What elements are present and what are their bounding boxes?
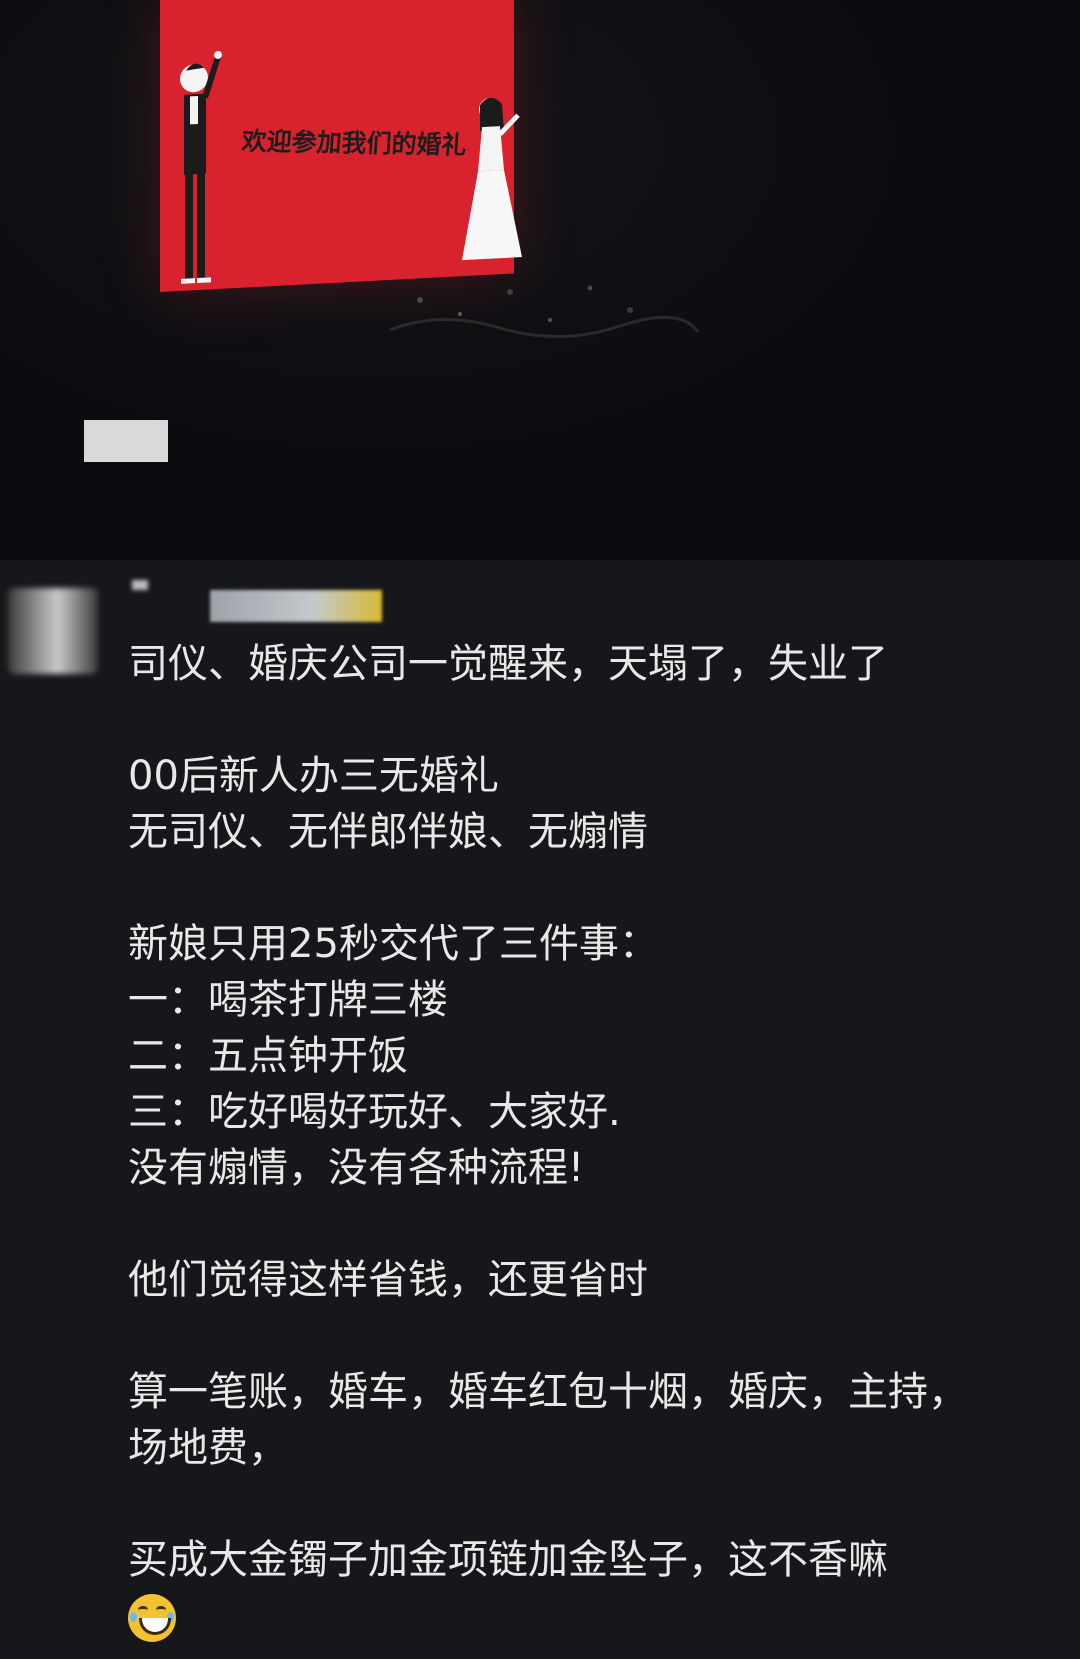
post-line: 司仪、婚庆公司一觉醒来，天塌了，失业了 bbox=[128, 641, 888, 687]
post-line: 一：喝茶打牌三楼 bbox=[128, 977, 448, 1023]
username-redaction bbox=[210, 590, 382, 622]
projection-screen: 欢迎参加我们的婚礼 bbox=[160, 0, 522, 293]
post-line: 买成大金镯子加金项链加金坠子，这不香嘛 bbox=[128, 1537, 888, 1583]
screen-welcome-text: 欢迎参加我们的婚礼 bbox=[240, 126, 468, 160]
laughing-with-tears-emoji-icon bbox=[128, 1594, 176, 1642]
post-line: 00后新人办三无婚礼 bbox=[128, 753, 499, 799]
bride-figure-icon bbox=[462, 97, 522, 261]
post-line: 无司仪、无伴郎伴娘、无煽情 bbox=[128, 809, 648, 855]
post-line: 场地费， bbox=[128, 1425, 288, 1471]
emoji-tear bbox=[130, 1612, 137, 1622]
stage-silhouettes bbox=[389, 285, 700, 338]
post-body: 司仪、婚庆公司一觉醒来，天塌了，失业了 00后新人办三无婚礼 无司仪、无伴郎伴娘… bbox=[128, 636, 1058, 1657]
emoji-eye bbox=[138, 1606, 148, 1614]
emoji-eye bbox=[156, 1606, 166, 1614]
post-line: 算一笔账，婚车，婚车红包十烟，婚庆，主持， bbox=[128, 1369, 968, 1415]
post-line: 没有煽情，没有各种流程! bbox=[128, 1145, 585, 1191]
groom-figure-icon bbox=[180, 50, 222, 284]
redaction-dot bbox=[132, 580, 148, 590]
post-line: 二：五点钟开饭 bbox=[128, 1033, 408, 1079]
avatar[interactable] bbox=[8, 588, 98, 674]
redaction-box bbox=[84, 420, 168, 462]
post-line: 三：吃好喝好玩好、大家好. bbox=[128, 1089, 621, 1135]
post-line: 他们觉得这样省钱，还更省时 bbox=[128, 1257, 648, 1303]
post-line: 新娘只用25秒交代了三件事： bbox=[128, 921, 659, 967]
wedding-photo: 欢迎参加我们的婚礼 bbox=[0, 0, 1080, 560]
emoji-mouth bbox=[139, 1618, 171, 1635]
